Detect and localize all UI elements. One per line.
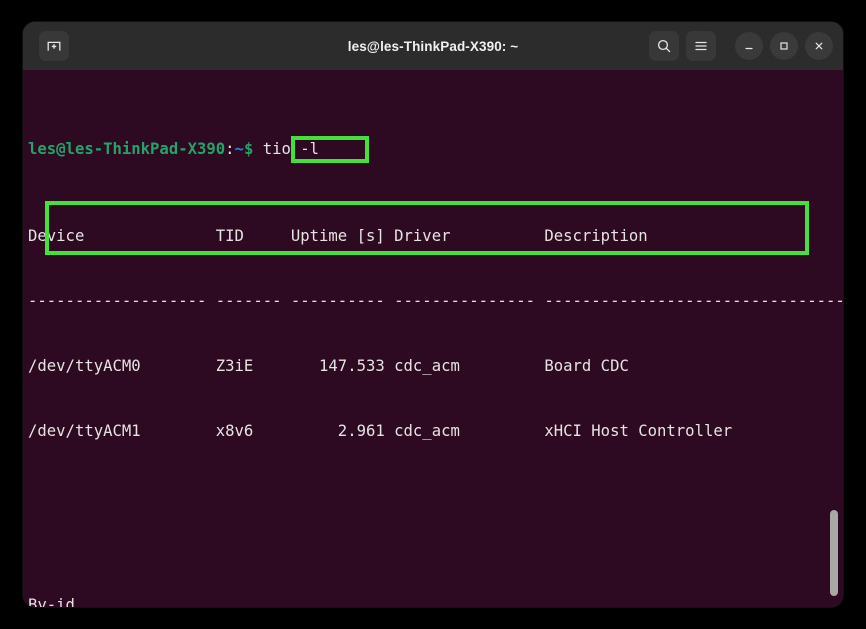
minimize-icon[interactable] — [735, 32, 763, 60]
search-icon[interactable] — [649, 31, 679, 61]
blank-line — [28, 508, 843, 530]
titlebar-controls — [649, 31, 833, 61]
prompt-colon: : — [225, 140, 234, 158]
hamburger-menu-icon[interactable] — [686, 31, 716, 61]
table-row: /dev/ttyACM1 x8v6 2.961 cdc_acm xHCI Hos… — [28, 421, 843, 443]
table-headers: Device TID Uptime [s] Driver Description — [28, 226, 843, 248]
window-titlebar: les@les-ThinkPad-X390: ~ — [23, 22, 843, 70]
terminal-text: les@les-ThinkPad-X390:~$ tio -l Device T… — [28, 74, 843, 607]
terminal-output-area[interactable]: les@les-ThinkPad-X390:~$ tio -l Device T… — [23, 70, 843, 607]
prompt-dollar: $ — [244, 140, 253, 158]
terminal-scrollbar[interactable] — [827, 70, 841, 607]
maximize-icon[interactable] — [770, 32, 798, 60]
typed-command: tio -l — [263, 140, 319, 158]
terminal-line-prompt-command: les@les-ThinkPad-X390:~$ tio -l — [28, 139, 843, 161]
new-tab-plus-icon[interactable] — [39, 31, 69, 61]
close-icon[interactable] — [805, 32, 833, 60]
terminal-window: les@les-ThinkPad-X390: ~ — [23, 22, 843, 607]
scrollbar-thumb[interactable] — [830, 510, 838, 596]
prompt-user-host: les@les-ThinkPad-X390 — [28, 140, 225, 158]
prompt-path: ~ — [235, 140, 244, 158]
table-separator: ------------------- ------- ---------- -… — [28, 291, 843, 313]
by-id-heading: By-id — [28, 595, 843, 607]
table-row: /dev/ttyACM0 Z3iE 147.533 cdc_acm Board … — [28, 356, 843, 378]
